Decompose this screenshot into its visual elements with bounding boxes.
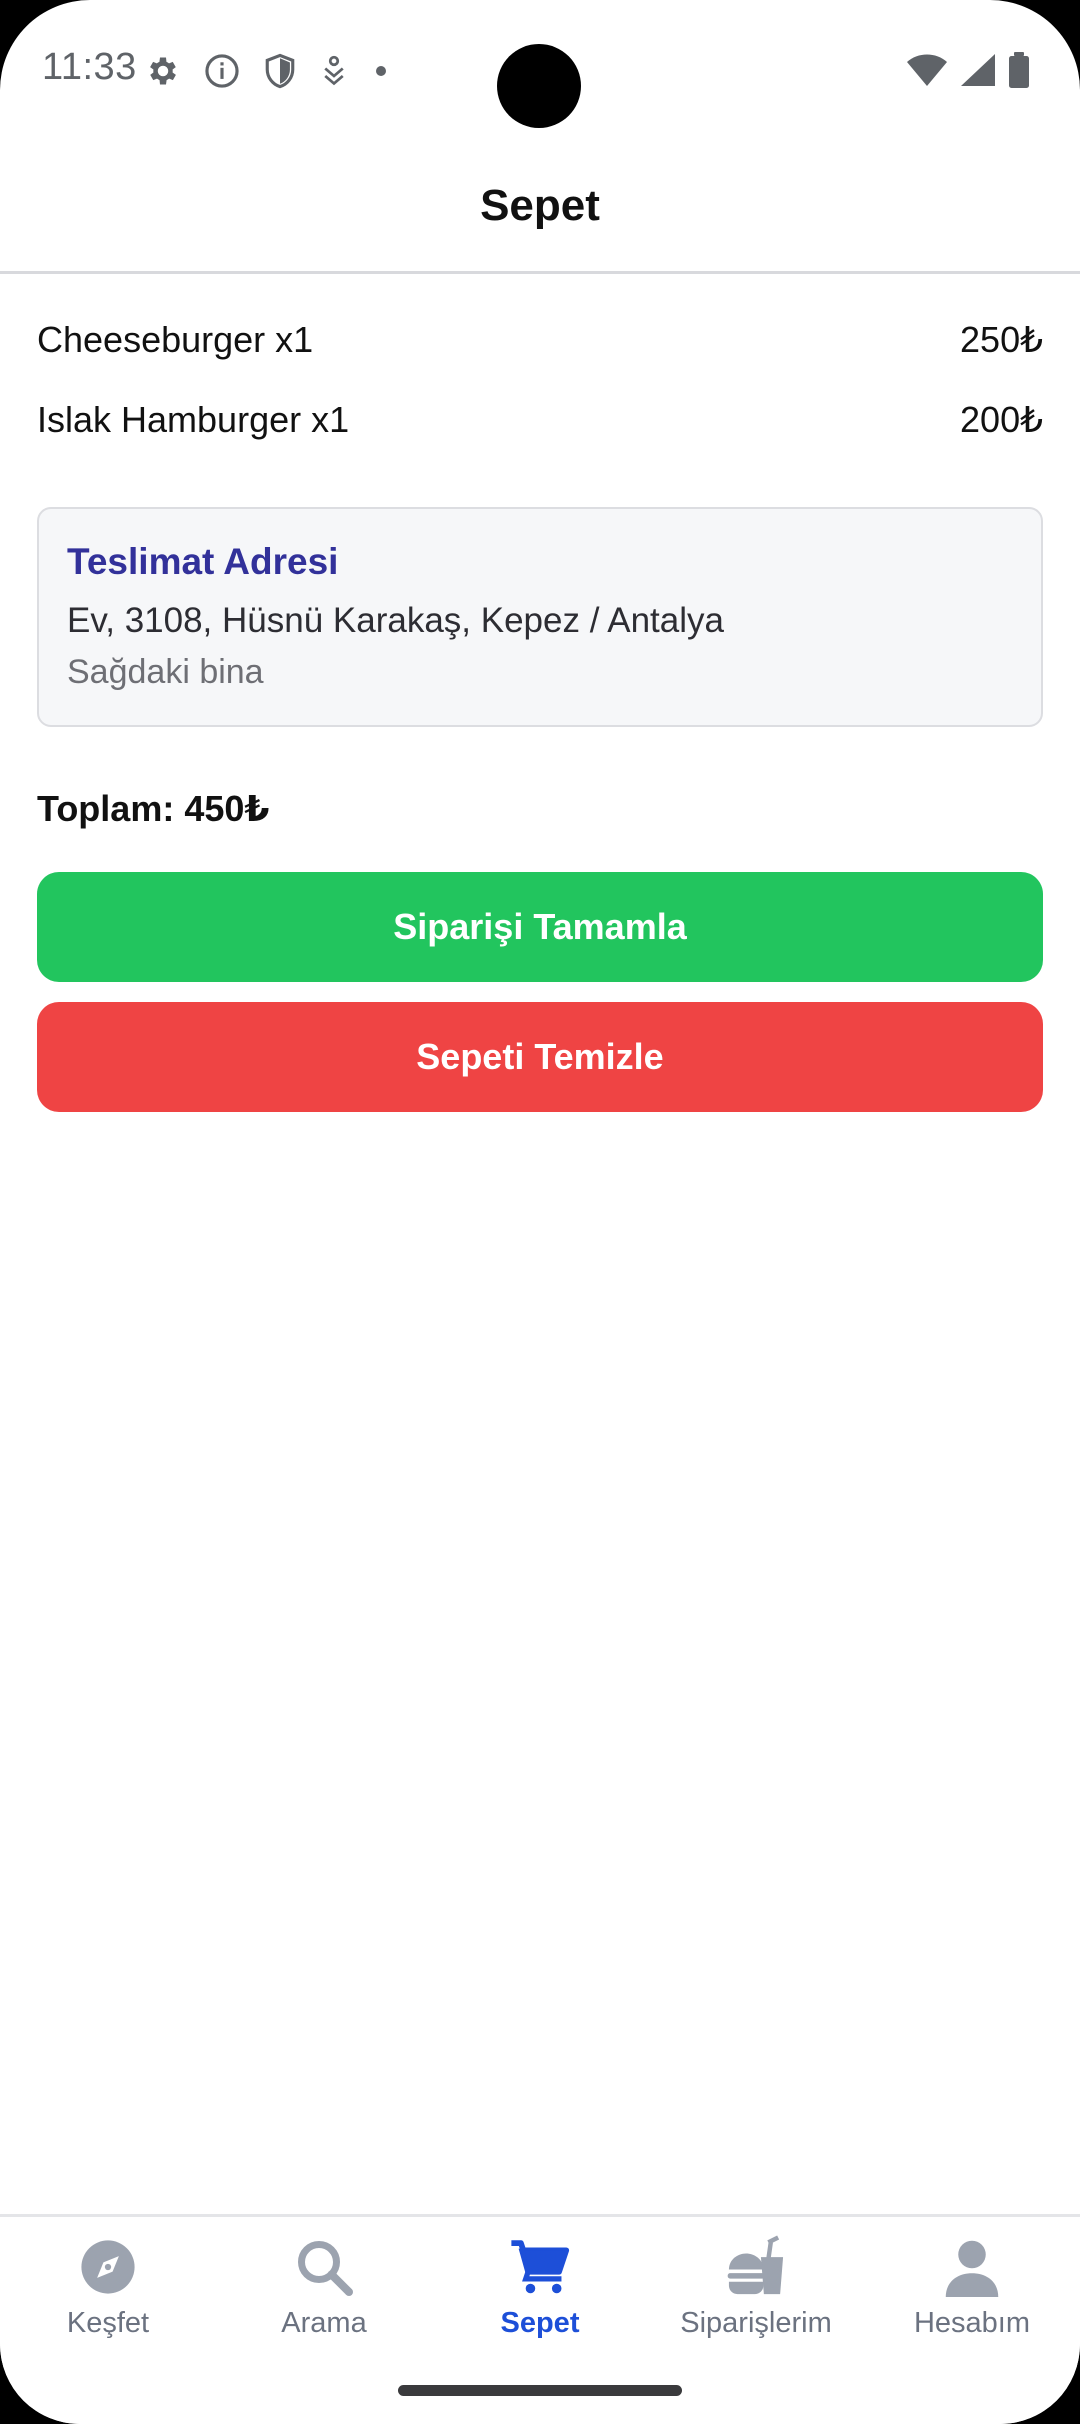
cart-item: Islak Hamburger x1 200₺ <box>37 380 1043 460</box>
address-title: Teslimat Adresi <box>67 541 339 582</box>
cart-item-name: Islak Hamburger x1 <box>37 399 350 440</box>
cart-item-price: 250₺ <box>960 319 1043 360</box>
dot-icon <box>371 61 391 81</box>
search-icon <box>292 2235 356 2299</box>
status-icons-left <box>145 50 391 92</box>
nav-label: Keşfet <box>66 2307 150 2339</box>
status-time: 11:33 <box>42 46 137 88</box>
page-title: Sepet <box>480 180 600 230</box>
cart-list: Cheeseburger x1 250₺ Islak Hamburger x1 … <box>37 300 1043 460</box>
cart-item: Cheeseburger x1 250₺ <box>37 300 1043 380</box>
wifi-icon <box>906 53 948 92</box>
signal-icon <box>960 53 996 92</box>
shield-icon <box>263 52 297 90</box>
camera-cutout <box>497 44 581 128</box>
clear-cart-button[interactable]: Sepeti Temizle <box>37 1002 1043 1112</box>
address-note: Sağdaki bina <box>67 653 264 691</box>
cart-icon <box>508 2235 572 2299</box>
home-indicator[interactable] <box>398 2385 682 2396</box>
app-header: Sepet <box>0 140 1080 274</box>
nav-item-hesabim[interactable]: Hesabım <box>864 2217 1080 2424</box>
complete-order-button[interactable]: Siparişi Tamamla <box>37 872 1043 982</box>
download-icon <box>319 54 349 88</box>
nav-item-kesfet[interactable]: Keşfet <box>0 2217 216 2424</box>
nav-label: Arama <box>281 2307 367 2339</box>
nav-label: Hesabım <box>913 2307 1031 2339</box>
info-icon <box>203 52 241 90</box>
food-icon <box>724 2235 788 2299</box>
screen: 11:33 Sepet Cheeseburger x1 250₺ Islak H… <box>0 0 1080 2424</box>
gear-icon <box>145 53 181 89</box>
cart-item-price: 200₺ <box>960 399 1043 440</box>
delivery-address-card[interactable]: Teslimat Adresi Ev, 3108, Hüsnü Karakaş,… <box>37 507 1043 727</box>
nav-label: Siparişlerim <box>680 2307 832 2339</box>
nav-label: Sepet <box>500 2307 580 2339</box>
address-line: Ev, 3108, Hüsnü Karakaş, Kepez / Antalya <box>67 601 724 640</box>
status-icons-right <box>906 51 1030 93</box>
status-bar: 11:33 <box>0 0 1080 140</box>
total-amount: Toplam: 450₺ <box>37 788 270 829</box>
person-icon <box>940 2235 1004 2299</box>
compass-icon <box>76 2235 140 2299</box>
cart-item-name: Cheeseburger x1 <box>37 319 314 360</box>
battery-icon <box>1008 51 1030 93</box>
